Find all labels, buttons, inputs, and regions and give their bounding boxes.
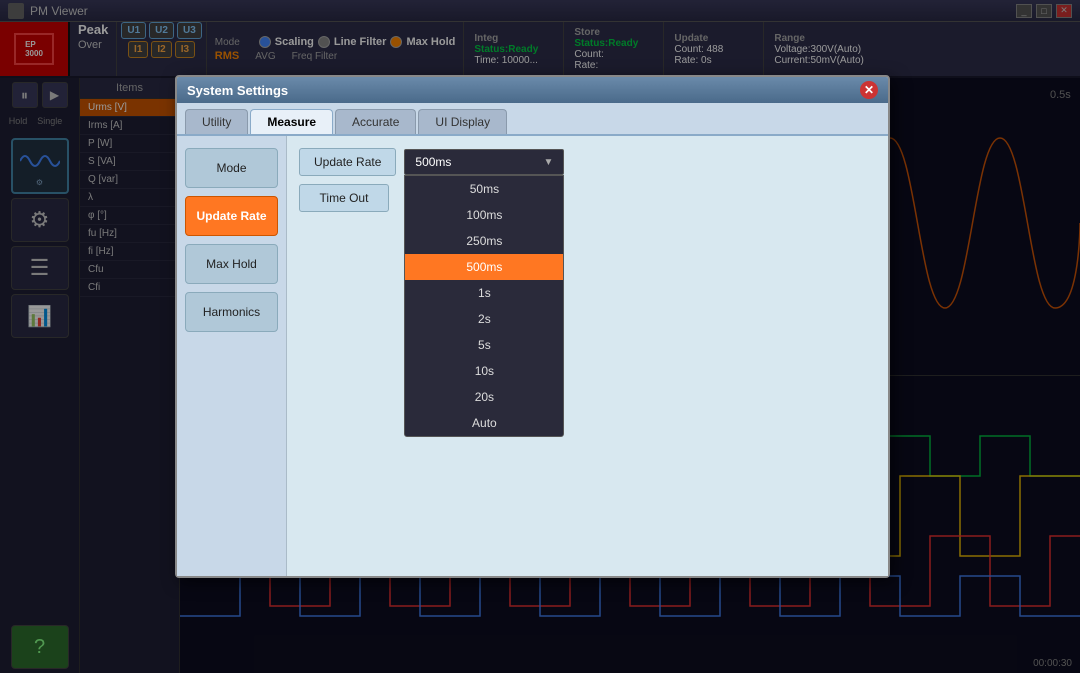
- update-rate-dropdown[interactable]: 500ms ▼ 50ms 100ms 250ms 500ms 1s 2s 5s …: [404, 149, 564, 175]
- modal-left-panel: Mode Update Rate Max Hold Harmonics: [177, 136, 287, 576]
- option-1s[interactable]: 1s: [405, 280, 563, 306]
- option-50ms[interactable]: 50ms: [405, 176, 563, 202]
- option-auto[interactable]: Auto: [405, 410, 563, 436]
- modal-overlay: System Settings ✕ Utility Measure Accura…: [0, 0, 1080, 673]
- tab-accurate[interactable]: Accurate: [335, 109, 416, 134]
- system-settings-dialog: System Settings ✕ Utility Measure Accura…: [175, 75, 890, 578]
- modal-title-bar: System Settings ✕: [177, 77, 888, 103]
- tab-utility[interactable]: Utility: [185, 109, 248, 134]
- tab-ui-display[interactable]: UI Display: [418, 109, 507, 134]
- option-10s[interactable]: 10s: [405, 358, 563, 384]
- option-2s[interactable]: 2s: [405, 306, 563, 332]
- max-hold-button[interactable]: Max Hold: [185, 244, 278, 284]
- mode-button[interactable]: Mode: [185, 148, 278, 188]
- update-rate-row: Update Rate 500ms ▼ 50ms 100ms 250ms 500…: [299, 148, 876, 176]
- modal-body: Mode Update Rate Max Hold Harmonics Upda…: [177, 136, 888, 576]
- option-500ms[interactable]: 500ms: [405, 254, 563, 280]
- dropdown-arrow-icon: ▼: [543, 157, 553, 168]
- option-20s[interactable]: 20s: [405, 384, 563, 410]
- timeout-label-btn[interactable]: Time Out: [299, 184, 389, 212]
- dropdown-selected-value[interactable]: 500ms ▼: [404, 149, 564, 175]
- update-rate-label-btn[interactable]: Update Rate: [299, 148, 396, 176]
- modal-title: System Settings: [187, 83, 288, 98]
- option-5s[interactable]: 5s: [405, 332, 563, 358]
- modal-right-panel: Update Rate 500ms ▼ 50ms 100ms 250ms 500…: [287, 136, 888, 576]
- update-rate-button[interactable]: Update Rate: [185, 196, 278, 236]
- option-250ms[interactable]: 250ms: [405, 228, 563, 254]
- option-100ms[interactable]: 100ms: [405, 202, 563, 228]
- timeout-row: Time Out: [299, 184, 876, 212]
- tab-measure[interactable]: Measure: [250, 109, 333, 134]
- modal-close-button[interactable]: ✕: [860, 81, 878, 99]
- dropdown-list: 50ms 100ms 250ms 500ms 1s 2s 5s 10s 20s …: [404, 175, 564, 437]
- modal-tabs: Utility Measure Accurate UI Display: [177, 103, 888, 136]
- harmonics-button[interactable]: Harmonics: [185, 292, 278, 332]
- selected-text: 500ms: [415, 155, 451, 169]
